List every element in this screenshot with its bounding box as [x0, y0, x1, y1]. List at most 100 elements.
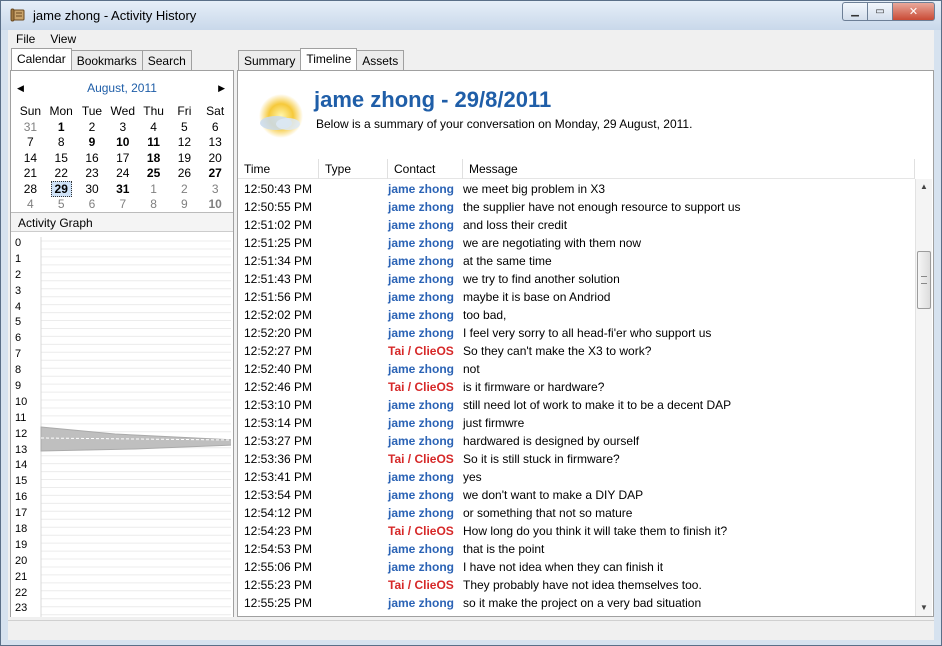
- column-type[interactable]: Type: [319, 159, 388, 179]
- column-contact[interactable]: Contact: [388, 159, 463, 179]
- tab-assets[interactable]: Assets: [356, 50, 405, 70]
- calendar-day[interactable]: 23: [77, 166, 108, 182]
- calendar-day[interactable]: 10: [107, 135, 138, 151]
- calendar-day[interactable]: 17: [107, 151, 138, 167]
- calendar-day-number: 24: [116, 166, 130, 180]
- calendar-day[interactable]: 8: [138, 197, 169, 213]
- calendar-day[interactable]: 28: [15, 182, 46, 198]
- menu-view[interactable]: View: [42, 30, 83, 48]
- tab-bookmarks[interactable]: Bookmarks: [70, 50, 143, 70]
- hour-label: 10: [15, 395, 28, 408]
- calendar-day[interactable]: 5: [169, 120, 200, 136]
- message-row[interactable]: 12:51:25 PM jame zhong we are negotiating …: [238, 234, 915, 252]
- calendar-day-number: 12: [177, 135, 192, 149]
- minimize-button[interactable]: ▁: [842, 2, 867, 21]
- next-month-icon[interactable]: ▶: [218, 83, 225, 94]
- calendar-day[interactable]: 6: [77, 197, 108, 213]
- calendar-day[interactable]: 4: [138, 120, 169, 136]
- message-row[interactable]: 12:52:27 PM Tai / ClieOS So they can't mak…: [238, 342, 915, 360]
- calendar-day[interactable]: 9: [77, 135, 108, 151]
- calendar-day[interactable]: 31: [107, 182, 138, 198]
- message-row[interactable]: 12:50:55 PM jame zhong the supplier have n…: [238, 198, 915, 216]
- message-row[interactable]: 12:53:27 PM jame zhong hardwared is design…: [238, 432, 915, 450]
- hour-label: 21: [15, 570, 28, 583]
- maximize-button[interactable]: ▭: [867, 2, 892, 21]
- message-row[interactable]: 12:50:43 PM jame zhong we meet big problem…: [238, 180, 915, 198]
- message-row[interactable]: 12:53:41 PM jame zhong yes: [238, 468, 915, 486]
- calendar-day[interactable]: 13: [200, 135, 231, 151]
- message-row[interactable]: 12:54:23 PM Tai / ClieOS How long do you t…: [238, 522, 915, 540]
- calendar-day[interactable]: 26: [169, 166, 200, 182]
- close-button[interactable]: ✕: [892, 2, 935, 21]
- calendar-day[interactable]: 18: [138, 151, 169, 167]
- calendar-day[interactable]: 7: [15, 135, 46, 151]
- message-row[interactable]: 12:51:34 PM jame zhong at the same time: [238, 252, 915, 270]
- message-row[interactable]: 12:53:54 PM jame zhong we don't want to ma…: [238, 486, 915, 504]
- message-time: 12:53:36 PM: [244, 452, 313, 466]
- calendar-day[interactable]: 10: [200, 197, 231, 213]
- calendar-day[interactable]: 5: [46, 197, 77, 213]
- calendar-day[interactable]: 29: [46, 180, 77, 198]
- message-row[interactable]: 12:55:06 PM jame zhong I have not idea whe…: [238, 558, 915, 576]
- calendar-day[interactable]: 7: [107, 197, 138, 213]
- calendar-day[interactable]: 27: [200, 166, 231, 182]
- calendar-day[interactable]: 16: [77, 151, 108, 167]
- calendar-day[interactable]: 20: [200, 151, 231, 167]
- calendar-day[interactable]: 21: [15, 166, 46, 182]
- column-message[interactable]: Message: [463, 159, 915, 179]
- tab-summary[interactable]: Summary: [238, 50, 302, 70]
- message-row[interactable]: 12:54:12 PM jame zhong or something that n…: [238, 504, 915, 522]
- hour-label: 17: [15, 507, 28, 520]
- calendar-day-number: 29: [50, 180, 72, 197]
- calendar-day[interactable]: 22: [46, 166, 77, 182]
- message-row[interactable]: 12:53:14 PM jame zhong just firmwre: [238, 414, 915, 432]
- message-row[interactable]: 12:52:02 PM jame zhong too bad,: [238, 306, 915, 324]
- calendar-day[interactable]: 30: [77, 182, 108, 198]
- message-row[interactable]: 12:53:36 PM Tai / ClieOS So it is still st…: [238, 450, 915, 468]
- calendar-day[interactable]: 31: [15, 120, 46, 136]
- message-row[interactable]: 12:52:46 PM Tai / ClieOS is it firmware or…: [238, 378, 915, 396]
- calendar-day[interactable]: 9: [169, 197, 200, 213]
- message-row[interactable]: 12:55:23 PM Tai / ClieOS They probably hav…: [238, 576, 915, 594]
- scroll-down-icon[interactable]: ▼: [916, 600, 932, 616]
- calendar-day[interactable]: 11: [138, 135, 169, 151]
- calendar-day[interactable]: 12: [169, 135, 200, 151]
- calendar-day[interactable]: 14: [15, 151, 46, 167]
- tab-timeline[interactable]: Timeline: [300, 48, 358, 70]
- scroll-up-icon[interactable]: ▲: [916, 179, 932, 195]
- calendar-day[interactable]: 8: [46, 135, 77, 151]
- calendar-day[interactable]: 1: [138, 182, 169, 198]
- scroll-thumb[interactable]: [917, 251, 931, 309]
- calendar-day[interactable]: 2: [77, 120, 108, 136]
- message-row[interactable]: 12:52:40 PM jame zhong not: [238, 360, 915, 378]
- calendar-day[interactable]: 3: [200, 182, 231, 198]
- message-row[interactable]: 12:55:25 PM jame zhong so it make the proj…: [238, 594, 915, 612]
- vertical-scrollbar[interactable]: ▲ ▼: [915, 179, 932, 616]
- message-row[interactable]: 12:51:56 PM jame zhong maybe it is base on…: [238, 288, 915, 306]
- tab-search[interactable]: Search: [141, 50, 192, 70]
- menu-file[interactable]: File: [8, 30, 42, 48]
- message-contact: jame zhong: [388, 542, 455, 556]
- message-row[interactable]: 12:54:53 PM jame zhong that is the point: [238, 540, 915, 558]
- calendar-day[interactable]: 19: [169, 151, 200, 167]
- calendar-day[interactable]: 6: [200, 120, 231, 136]
- tab-calendar[interactable]: Calendar: [11, 48, 72, 70]
- calendar-day[interactable]: 24: [107, 166, 138, 182]
- message-row[interactable]: 12:52:20 PM jame zhong I feel very sorry t…: [238, 324, 915, 342]
- hour-label: 23: [15, 602, 28, 615]
- calendar-day[interactable]: 1: [46, 120, 77, 136]
- calendar-day[interactable]: 3: [107, 120, 138, 136]
- calendar-header: ◀ August, 2011 ▶: [11, 71, 233, 107]
- message-row[interactable]: 12:53:10 PM jame zhong still need lot of w…: [238, 396, 915, 414]
- message-row[interactable]: 12:51:02 PM jame zhong and loss their cred…: [238, 216, 915, 234]
- calendar-day-number: 2: [88, 119, 96, 134]
- message-row[interactable]: 12:51:43 PM jame zhong we try to find anot…: [238, 270, 915, 288]
- calendar-day[interactable]: 25: [138, 166, 169, 182]
- title-bar[interactable]: jame zhong - Activity History ▁ ▭ ✕: [1, 1, 941, 30]
- calendar-day[interactable]: 2: [169, 182, 200, 198]
- calendar-day[interactable]: 15: [46, 151, 77, 167]
- calendar-day-number: 10: [116, 135, 130, 149]
- calendar-day[interactable]: 4: [15, 197, 46, 213]
- column-time[interactable]: Time: [238, 159, 319, 179]
- calendar-day-number: 25: [146, 166, 161, 180]
